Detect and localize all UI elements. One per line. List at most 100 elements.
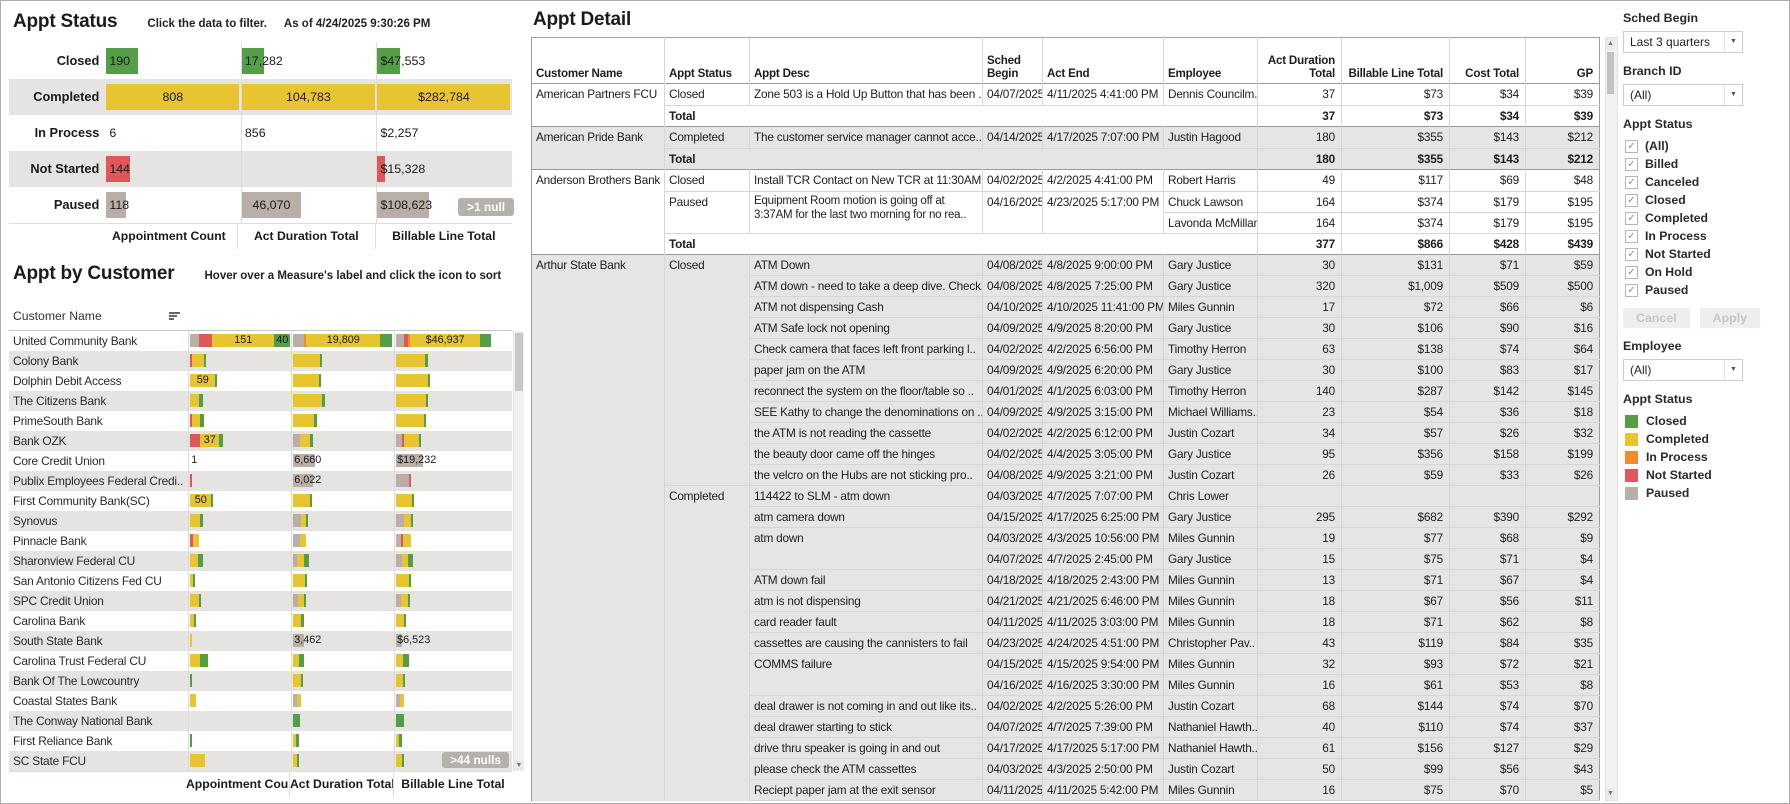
customer-name[interactable]: Sharonview Federal CU [9,551,188,571]
act-duration-cell[interactable]: 30 [1258,255,1342,276]
bar-segment[interactable] [425,354,428,367]
cost-cell[interactable]: $71 [1450,549,1526,570]
gp-cell[interactable]: $35 [1526,633,1600,654]
appt-desc-cell[interactable]: ATM Down [750,255,983,276]
bar-segment[interactable] [190,694,196,707]
bar-segment[interactable] [301,614,304,627]
cost-cell[interactable]: $143 [1450,127,1526,149]
employee-cell[interactable]: Gary Justice [1164,444,1258,465]
billable-cell[interactable]: $138 [1342,339,1450,360]
bar-segment[interactable] [293,494,310,507]
chevron-down-icon[interactable]: ▼ [1724,85,1742,105]
customer-name[interactable]: Core Credit Union [9,451,188,471]
appt-desc-cell[interactable]: please check the ATM cassettes [750,759,983,780]
act-duration-cell[interactable]: 16 [1258,780,1342,801]
bar-segment[interactable] [480,334,491,347]
act-end-cell[interactable]: 4/11/2025 4:41:00 PM [1043,84,1164,106]
customer-bar-cell[interactable] [188,391,291,411]
bar-segment[interactable] [310,494,312,507]
customer-row[interactable]: Bank Of The Lowcountry [9,671,512,691]
gp-cell[interactable]: $9 [1526,528,1600,549]
employee-cell[interactable]: Gary Justice [1164,255,1258,276]
cost-cell[interactable]: $83 [1450,360,1526,381]
status-bar-cell[interactable] [242,151,378,187]
bar-segment[interactable] [396,494,412,507]
bar-segment[interactable] [200,414,204,427]
bar-segment[interactable] [411,514,413,527]
cost-cell[interactable]: $71 [1450,255,1526,276]
customer-bar-cell[interactable] [394,571,512,591]
act-duration-cell[interactable]: 32 [1258,654,1342,675]
act-end-cell[interactable]: 4/10/2025 11:41:00 PM [1043,297,1164,318]
customer-row[interactable]: Pinnacle Bank [9,531,512,551]
bar-segment[interactable] [322,394,325,407]
cost-cell[interactable]: $90 [1450,318,1526,339]
appt-desc-cell[interactable]: deal drawer is not coming in and out lik… [750,696,983,717]
bar-segment[interactable]: $46,937 [410,334,480,347]
customer-bar-cell[interactable] [394,591,512,611]
billable-cell[interactable]: $77 [1342,528,1450,549]
checkbox-checked-icon[interactable]: ✓ [1625,284,1638,297]
bar-segment[interactable] [314,414,317,427]
appt-desc-cell[interactable]: atm camera down [750,507,983,528]
scroll-down-icon[interactable]: ▼ [514,760,524,771]
cost-cell[interactable]: $179 [1450,213,1526,234]
status-filter-option[interactable]: ✓Not Started [1623,245,1787,263]
sched-begin-cell[interactable]: 04/08/2025 [983,465,1043,486]
customer-row[interactable]: SC State FCU [9,751,512,771]
bar-segment[interactable] [190,594,199,607]
employee-cell[interactable]: Timothy Herron [1164,339,1258,360]
act-end-cell[interactable]: 4/16/2025 3:30:00 PM [1043,675,1164,696]
employee-cell[interactable]: Justin Cozart [1164,465,1258,486]
appt-desc-cell[interactable]: the atm is not arming but it is showing … [750,801,983,802]
bar-segment[interactable]: 59 [190,374,215,387]
customer-bar-cell[interactable] [188,731,291,751]
checkbox-checked-icon[interactable]: ✓ [1625,212,1638,225]
checkbox-checked-icon[interactable]: ✓ [1625,194,1638,207]
act-duration-cell[interactable]: 50 [1258,759,1342,780]
customer-name[interactable]: Bank Of The Lowcountry [9,671,188,691]
employee-cell[interactable]: Chuck Lawson [1164,192,1258,213]
employee-cell[interactable]: Gary Justice [1164,507,1258,528]
column-header[interactable]: Employee [1164,38,1258,84]
status-bar-cell[interactable]: 6 [106,115,242,151]
customer-bar-cell[interactable]: 59 [188,371,291,391]
bar-segment[interactable] [396,354,425,367]
sched-begin-cell[interactable]: 04/02/2025 [983,339,1043,360]
customer-name[interactable]: Pinnacle Bank [9,531,188,551]
checkbox-checked-icon[interactable]: ✓ [1625,266,1638,279]
bar-segment[interactable] [293,394,322,407]
employee-cell[interactable]: Robert Harris [1164,170,1258,192]
cost-cell[interactable]: $179 [1450,192,1526,213]
act-end-cell[interactable]: 4/24/2025 4:51:00 PM [1043,633,1164,654]
billable-cell[interactable]: $61 [1342,675,1450,696]
act-duration-cell[interactable]: 43 [1258,633,1342,654]
customer-name[interactable]: South State Bank [9,631,188,651]
bar-segment[interactable] [297,554,304,567]
cost-cell[interactable] [1450,486,1526,507]
customer-bar-cell[interactable] [394,671,512,691]
customer-bar-cell[interactable] [291,511,394,531]
customer-bar-cell[interactable] [291,711,394,731]
customer-bar-cell[interactable]: $46,937 [394,331,512,351]
act-duration-cell[interactable]: 13 [1258,570,1342,591]
customer-row[interactable]: Dolphin Debit Access59 [9,371,512,391]
bar-segment[interactable] [301,674,303,687]
table-row[interactable]: Completed114422 to SLM - atm down04/03/2… [532,486,1600,507]
act-duration-cell[interactable]: 18 [1258,612,1342,633]
column-header[interactable]: Appt Desc [750,38,983,84]
appt-desc-cell[interactable]: The customer service manager cannot acce… [750,127,983,149]
bar-segment[interactable] [396,614,404,627]
sched-begin-cell[interactable]: 04/08/2025 [983,255,1043,276]
gp-cell[interactable]: $70 [1526,696,1600,717]
table-row[interactable]: PausedEquipment Room motion is going off… [532,192,1600,213]
bar-segment[interactable] [293,354,320,367]
status-filter-option-label[interactable]: In Process [1645,229,1707,243]
appt-detail-table[interactable]: Customer NameAppt StatusAppt DescSched B… [531,37,1600,801]
customer-bar-cell[interactable] [394,411,512,431]
checkbox-checked-icon[interactable]: ✓ [1625,158,1638,171]
appt-desc-cell[interactable]: COMMS failure [750,654,983,696]
act-duration-cell[interactable]: 295 [1258,507,1342,528]
bar-segment[interactable] [190,434,200,447]
gp-cell[interactable]: $29 [1526,738,1600,759]
